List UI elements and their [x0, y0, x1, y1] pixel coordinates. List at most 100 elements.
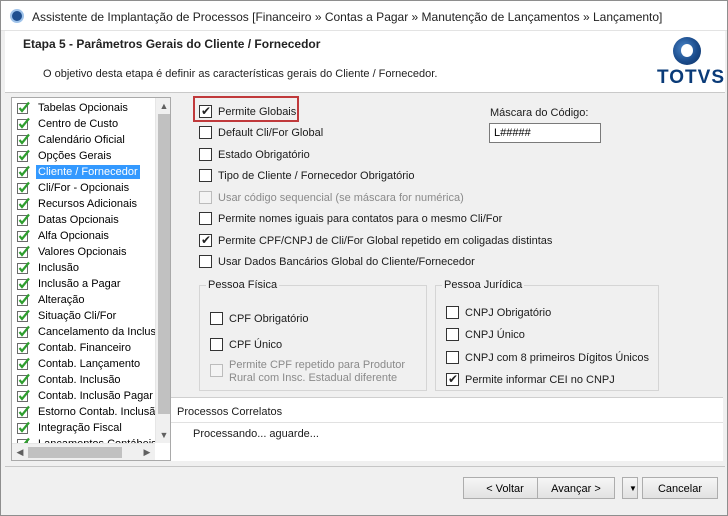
step-item-label: Contab. Inclusão	[38, 374, 121, 386]
step-item[interactable]: Estorno Contab. Inclusã	[15, 404, 155, 420]
step-item[interactable]: Datas Opcionais	[15, 212, 155, 228]
step-check-icon	[17, 149, 30, 162]
checkbox-box[interactable]	[446, 351, 459, 364]
step-check-icon	[17, 277, 30, 290]
checkbox-label: Permite Globais	[218, 106, 297, 118]
checkbox-box[interactable]	[199, 255, 212, 268]
checkbox-label: Usar código sequencial (se máscara for n…	[218, 192, 464, 204]
totvs-logo-icon	[673, 37, 701, 65]
step-item-label: Cliente / Fornecedor	[36, 165, 140, 179]
checkmark-icon: ✔	[448, 372, 459, 386]
checkbox-box[interactable]	[199, 169, 212, 182]
checkbox-box[interactable]	[446, 328, 459, 341]
parameters-panel: ✔ Permite Globais Default Cli/For Global…	[171, 95, 723, 397]
checkbox-box[interactable]	[199, 212, 212, 225]
step-item-label: Opções Gerais	[38, 150, 112, 162]
step-item[interactable]: Contab. Lançamento	[15, 356, 155, 372]
checkbox-box[interactable]	[199, 126, 212, 139]
step-item-label: Inclusão	[38, 262, 79, 274]
step-item[interactable]: Cli/For - Opcionais	[15, 180, 155, 196]
pessoa-fisica-title: Pessoa Física	[206, 278, 280, 292]
step-item[interactable]: Recursos Adicionais	[15, 196, 155, 212]
step-check-icon	[17, 165, 30, 178]
step-check-icon	[17, 325, 30, 338]
step-description: O objetivo desta etapa é definir as cara…	[43, 68, 438, 80]
checkmark-icon: ✔	[201, 233, 212, 247]
checkmark-icon: ✔	[201, 104, 212, 118]
step-item-label: Tabelas Opcionais	[38, 102, 128, 114]
checkbox-label: Tipo de Cliente / Fornecedor Obrigatório	[218, 170, 415, 182]
checkbox-label: CNPJ Único	[465, 329, 525, 341]
step-item-label: Contab. Lançamento	[38, 358, 141, 370]
step-item[interactable]: Integração Fiscal	[15, 420, 155, 436]
checkbox-label-line1: Permite CPF repetido para Produtor	[229, 359, 406, 371]
assistant-window: Assistente de Implantação de Processos […	[0, 0, 728, 516]
footer-divider	[5, 466, 725, 467]
checkbox-box[interactable]	[446, 306, 459, 319]
checkbox-box[interactable]: ✔	[199, 104, 212, 118]
checkbox-label: CPF Obrigatório	[229, 313, 309, 325]
step-check-icon	[17, 293, 30, 306]
steps-horizontal-scrollbar[interactable]: ◀ ▶	[12, 443, 155, 460]
step-item[interactable]: Contab. Inclusão Pagar	[15, 388, 155, 404]
steps-list-items: Tabelas Opcionais Centro de Custo Calendár…	[12, 98, 155, 443]
app-icon	[10, 9, 24, 23]
step-item[interactable]: Lançamentos Contábeis	[15, 436, 155, 443]
checkbox-box[interactable]: ✔	[446, 372, 459, 386]
step-item-label: Contab. Inclusão Pagar	[38, 390, 153, 402]
steps-vertical-scrollbar[interactable]: ▲ ▼	[155, 98, 170, 443]
avancar-button[interactable]: Avançar >	[537, 477, 615, 499]
checkbox-box[interactable]	[210, 312, 223, 325]
totvs-logo: TOTVS	[655, 37, 724, 91]
scroll-right-arrow-icon[interactable]: ▶	[139, 444, 155, 460]
steps-horizontal-scroll-thumb[interactable]	[28, 447, 122, 458]
step-title: Etapa 5 - Parâmetros Gerais do Cliente /…	[23, 37, 321, 51]
step-item[interactable]: Inclusão a Pagar	[15, 276, 155, 292]
mask-input[interactable]: L#####	[489, 123, 601, 143]
totvs-logo-text: TOTVS	[657, 67, 725, 88]
step-item[interactable]: Alteração	[15, 292, 155, 308]
avancar-dropdown-button[interactable]: ▼	[622, 477, 638, 499]
step-check-icon	[17, 341, 30, 354]
checkbox-label: Usar Dados Bancários Global do Cliente/F…	[218, 256, 475, 268]
scroll-left-arrow-icon[interactable]: ◀	[12, 444, 28, 460]
step-item[interactable]: Contab. Financeiro	[15, 340, 155, 356]
checkbox-box[interactable]	[210, 338, 223, 351]
step-item[interactable]: Opções Gerais	[15, 148, 155, 164]
step-item-label: Contab. Financeiro	[38, 342, 131, 354]
checkbox-box[interactable]	[199, 148, 212, 161]
step-item[interactable]: Valores Opcionais	[15, 244, 155, 260]
step-item-label: Calendário Oficial	[38, 134, 125, 146]
step-item[interactable]: Tabelas Opcionais	[15, 100, 155, 116]
checkbox-box	[199, 191, 212, 204]
step-check-icon	[17, 229, 30, 242]
step-item[interactable]: Centro de Custo	[15, 116, 155, 132]
step-item-label: Alfa Opcionais	[38, 230, 109, 242]
step-item[interactable]: Cliente / Fornecedor	[15, 164, 155, 180]
step-item-label: Valores Opcionais	[38, 246, 127, 258]
cancelar-button[interactable]: Cancelar	[642, 477, 718, 499]
steps-list[interactable]: Tabelas Opcionais Centro de Custo Calendár…	[11, 97, 171, 461]
step-check-icon	[17, 101, 30, 114]
step-item[interactable]: Situação Cli/For	[15, 308, 155, 324]
step-item[interactable]: Contab. Inclusão	[15, 372, 155, 388]
scroll-down-arrow-icon[interactable]: ▼	[156, 427, 170, 443]
scroll-up-arrow-icon[interactable]: ▲	[156, 98, 170, 114]
step-check-icon	[17, 389, 30, 402]
checkbox-label: Permite nomes iguais para contatos para …	[218, 213, 503, 225]
step-item[interactable]: Inclusão	[15, 260, 155, 276]
step-check-icon	[17, 197, 30, 210]
checkbox-box[interactable]: ✔	[199, 233, 212, 247]
step-item[interactable]: Calendário Oficial	[15, 132, 155, 148]
wizard-body: Etapa 5 - Parâmetros Gerais do Cliente /…	[5, 31, 725, 513]
pessoa-fisica-group: Pessoa Física CPF Obrigatório CPF Único …	[199, 278, 427, 391]
checkbox-label: Estado Obrigatório	[218, 149, 310, 161]
checkbox-label: Permite CPF/CNPJ de Cli/For Global repet…	[218, 235, 553, 247]
step-check-icon	[17, 309, 30, 322]
step-check-icon	[17, 405, 30, 418]
steps-vertical-scroll-thumb[interactable]	[158, 114, 170, 414]
step-item[interactable]: Alfa Opcionais	[15, 228, 155, 244]
step-check-icon	[17, 181, 30, 194]
step-item[interactable]: Cancelamento da Inclusã	[15, 324, 155, 340]
voltar-button[interactable]: < Voltar	[463, 477, 547, 499]
